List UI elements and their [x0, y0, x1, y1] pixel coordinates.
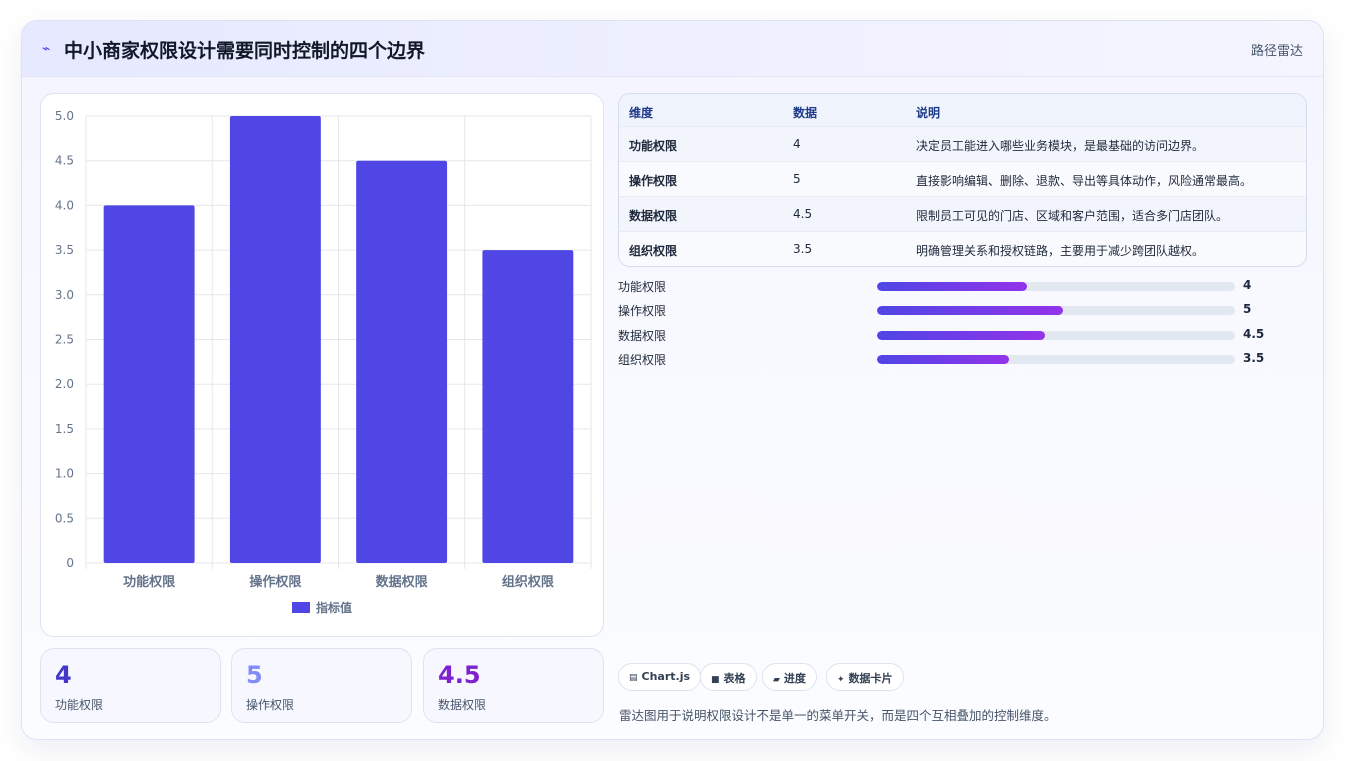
- y-tick-label: 5.0: [55, 109, 74, 123]
- sparkle-icon: ✦: [837, 675, 845, 685]
- stat-label: 功能权限: [55, 698, 104, 712]
- progress-value: 4.5: [1243, 327, 1265, 341]
- y-tick-label: 2.5: [55, 333, 74, 347]
- progress-label: 功能权限: [618, 280, 667, 294]
- pill-label: 表格: [723, 672, 746, 685]
- table-cell: 3.5: [793, 242, 813, 256]
- x-tick-label: 数据权限: [376, 574, 429, 590]
- stat-card-3: 4.5 数据权限: [423, 648, 604, 723]
- table-row: 操作权限 5 直接影响编辑、删除、退款、导出等具体动作，风险通常最高。: [619, 162, 1306, 197]
- table-header-row: 维度 数据 说明: [619, 94, 1306, 127]
- pill-label: Chart.js: [641, 670, 691, 683]
- sparkle-icon: ⌁: [42, 41, 51, 57]
- y-tick-label: 3.5: [55, 243, 74, 257]
- stat-card-2: 5 操作权限: [231, 648, 412, 723]
- y-tick-label: 1.5: [55, 422, 74, 436]
- progress-fill: [877, 331, 1046, 340]
- table-icon: ■: [711, 675, 720, 685]
- table-cell: 直接影响编辑、删除、退款、导出等具体动作，风险通常最高。: [916, 174, 1253, 188]
- table-header-cell: 说明: [916, 106, 941, 120]
- legend-label: 指标值: [316, 600, 352, 615]
- stat-value: 4.5: [438, 661, 481, 689]
- progress-row: 组织权限 3.5: [618, 350, 1278, 368]
- table-cell: 数据权限: [629, 209, 678, 223]
- pill-label: 数据卡片: [848, 672, 893, 685]
- legend-swatch: [292, 602, 310, 613]
- header-tag: 路径雷达: [1250, 44, 1303, 59]
- table-row: 数据权限 4.5 限制员工可见的门店、区域和客户范围，适合多门店团队。: [619, 197, 1306, 232]
- progress-value: 5: [1243, 302, 1252, 316]
- pill-label: 进度: [783, 672, 806, 685]
- progress-row: 数据权限 4.5: [618, 326, 1278, 344]
- table-row: 组织权限 3.5 明确管理关系和授权链路，主要用于减少跨团队越权。: [619, 232, 1306, 266]
- chart-icon: ▤: [629, 673, 638, 683]
- stat-label: 操作权限: [246, 698, 295, 712]
- page-title: 中小商家权限设计需要同时控制的四个边界: [64, 40, 426, 62]
- table-cell: 组织权限: [629, 244, 678, 258]
- bar: [229, 116, 321, 563]
- pill-chartjs[interactable]: ▤ Chart.js: [618, 663, 702, 691]
- stat-label: 数据权限: [438, 698, 487, 712]
- table-cell: 决定员工能进入哪些业务模块，是最基础的访问边界。: [916, 139, 1205, 153]
- table-cell: 4.5: [793, 207, 813, 221]
- progress-label: 数据权限: [618, 329, 667, 343]
- bar: [482, 250, 574, 563]
- progress-track: [877, 306, 1235, 315]
- progress-value: 4: [1243, 278, 1252, 292]
- y-tick-label: 4.5: [55, 154, 74, 168]
- progress-track: [877, 282, 1235, 291]
- progress-fill: [877, 355, 1010, 364]
- bar: [356, 160, 448, 563]
- y-tick-label: 3.0: [55, 288, 74, 302]
- progress-row: 操作权限 5: [618, 301, 1278, 319]
- progress-value: 3.5: [1243, 351, 1265, 365]
- pill-data-card[interactable]: ✦ 数据卡片: [826, 663, 904, 691]
- progress-row: 功能权限 4: [618, 277, 1278, 295]
- x-tick-label: 功能权限: [123, 574, 176, 590]
- data-table: 维度 数据 说明 功能权限 4 决定员工能进入哪些业务模块，是最基础的访问边界。…: [618, 93, 1307, 267]
- table-cell: 操作权限: [629, 174, 678, 188]
- progress-track: [877, 355, 1235, 364]
- y-tick-label: 0.5: [55, 511, 74, 525]
- pill-progress[interactable]: ▰ 进度: [762, 663, 817, 691]
- table-cell: 4: [793, 137, 801, 151]
- table-header-cell: 维度: [629, 106, 654, 120]
- table-row: 功能权限 4 决定员工能进入哪些业务模块，是最基础的访问边界。: [619, 127, 1306, 162]
- table-cell: 5: [793, 172, 801, 186]
- y-tick-label: 1.0: [55, 467, 74, 481]
- stat-value: 4: [55, 661, 72, 689]
- pill-table[interactable]: ■ 表格: [700, 663, 757, 691]
- progress-fill: [877, 282, 1028, 291]
- footnote: 雷达图用于说明权限设计不是单一的菜单开关，而是四个互相叠加的控制维度。: [619, 708, 1057, 723]
- y-tick-label: 2.0: [55, 377, 74, 391]
- table-cell: 功能权限: [629, 139, 678, 153]
- bar: [103, 205, 195, 563]
- table-cell: 限制员工可见的门店、区域和客户范围，适合多门店团队。: [916, 209, 1229, 223]
- y-tick-label: 4.0: [55, 198, 74, 212]
- table-cell: 明确管理关系和授权链路，主要用于减少跨团队越权。: [916, 244, 1205, 258]
- x-tick-label: 操作权限: [249, 574, 302, 590]
- stat-value: 5: [246, 661, 263, 689]
- stat-card-1: 4 功能权限: [40, 648, 221, 723]
- progress-icon: ▰: [773, 675, 780, 685]
- y-tick-label: 0: [66, 556, 74, 570]
- progress-track: [877, 331, 1235, 340]
- x-tick-label: 组织权限: [502, 574, 555, 590]
- table-header-cell: 数据: [793, 106, 818, 120]
- progress-label: 操作权限: [618, 304, 667, 318]
- main-card: ⌁ 中小商家权限设计需要同时控制的四个边界 路径雷达 0 0.5 1.0 1.5 2.0…: [21, 20, 1324, 740]
- header: ⌁ 中小商家权限设计需要同时控制的四个边界 路径雷达: [22, 21, 1323, 77]
- progress-label: 组织权限: [618, 353, 667, 367]
- bar-chart-svg: 0 0.5 1.0 1.5 2.0 2.5 3.0 3.5 4.0 4.5 5.0 功能权限 操作权限 数…: [55, 109, 592, 615]
- progress-fill: [877, 306, 1064, 315]
- bar-chart: 0 0.5 1.0 1.5 2.0 2.5 3.0 3.5 4.0 4.5 5.0 功能权限 操作权限 数…: [40, 93, 604, 637]
